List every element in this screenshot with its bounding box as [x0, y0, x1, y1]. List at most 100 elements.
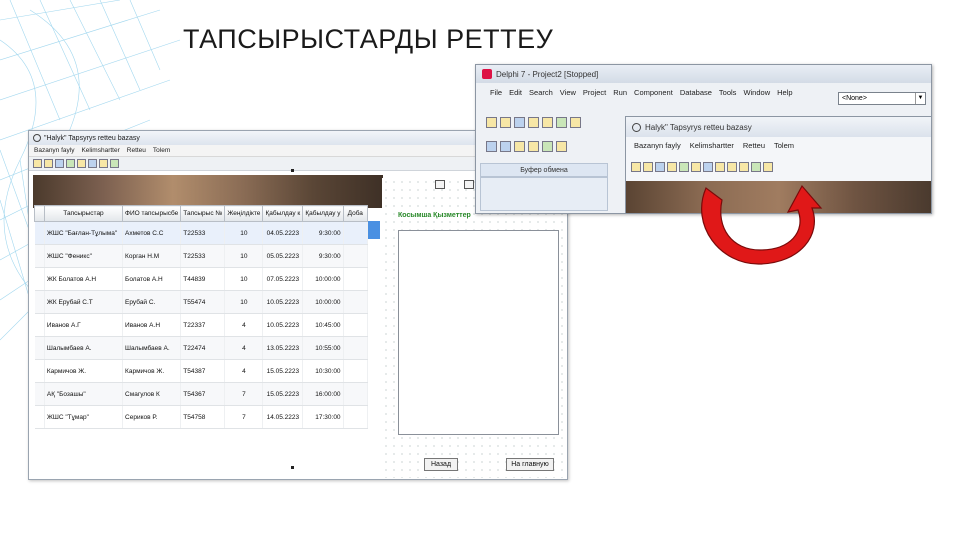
save-icon[interactable]	[514, 117, 525, 128]
search-icon[interactable]	[715, 162, 725, 172]
cell: Ахметов С.С	[122, 221, 182, 245]
component-combo[interactable]: <None> ▼	[838, 92, 926, 105]
table-row[interactable]: ЖШС "Феникс" Корган Н.М Т22533 10 05.05.2223…	[34, 244, 369, 268]
menu-item-tolem[interactable]: Tolem	[774, 141, 794, 150]
column-header[interactable]: Доба	[342, 205, 369, 222]
menu-item-kelimshartter[interactable]: Kelimshartter	[81, 147, 119, 154]
add-to-project-icon[interactable]	[556, 117, 567, 128]
menu-item-database[interactable]: Database	[680, 88, 712, 97]
running-form-toolbar	[631, 162, 773, 172]
sort-icon[interactable]	[88, 159, 97, 168]
cell: 10:00:00	[302, 267, 344, 291]
back-button[interactable]: Назад	[424, 458, 458, 471]
sort-asc-icon[interactable]	[727, 162, 737, 172]
cell: Болатов А.Н	[122, 267, 182, 291]
remove-from-project-icon[interactable]	[570, 117, 581, 128]
edit-record-icon[interactable]	[691, 162, 701, 172]
report-icon[interactable]	[763, 162, 773, 172]
print-icon[interactable]	[110, 159, 119, 168]
save-all-icon[interactable]	[528, 117, 539, 128]
app-icon	[33, 134, 41, 142]
column-header[interactable]: Қабылдау у	[302, 205, 344, 222]
cell: ЖК Ерубай С.Т	[44, 290, 124, 314]
ide-toolbar-row-2	[486, 141, 567, 152]
home-button[interactable]: На главную	[506, 458, 554, 471]
print-icon[interactable]	[751, 162, 761, 172]
sort-desc-icon[interactable]	[739, 162, 749, 172]
menu-item-bazanyn-fayly[interactable]: Bazanyn fayly	[634, 141, 681, 150]
cell: 10:00:00	[302, 290, 344, 314]
sort-icon[interactable]	[667, 162, 677, 172]
menu-item-project[interactable]: Project	[583, 88, 606, 97]
column-header[interactable]: Тапсырыстар	[43, 205, 124, 222]
column-header[interactable]: Қабылдау к	[262, 205, 304, 222]
menu-item-component[interactable]: Component	[634, 88, 673, 97]
pause-icon[interactable]	[556, 141, 567, 152]
save-icon[interactable]	[655, 162, 665, 172]
grid-scrollbar-thumb[interactable]	[368, 221, 380, 239]
component-icon[interactable]	[435, 180, 445, 189]
menu-item-view[interactable]: View	[560, 88, 576, 97]
cell: 10	[224, 221, 264, 245]
running-form-title: Halyk" Tapsyrys retteu bazasy	[645, 122, 752, 132]
menu-item-retteu[interactable]: Retteu	[743, 141, 765, 150]
cell: 10	[224, 290, 264, 314]
chevron-down-icon[interactable]: ▼	[915, 93, 925, 104]
column-header[interactable]: ФИО тапсырысбе	[122, 205, 182, 222]
cell: 10.05.2223	[262, 313, 304, 337]
delphi-icon	[482, 69, 492, 79]
menu-item-bazanyn-fayly[interactable]: Bazanyn fayly	[34, 147, 74, 154]
cell: 04.05.2223	[262, 221, 304, 245]
table-row[interactable]: АҚ "Бозашы" Смагулов К Т54367 7 15.05.2223 16…	[34, 382, 369, 406]
menu-item-help[interactable]: Help	[777, 88, 792, 97]
cell: Т55474	[180, 290, 226, 314]
table-row[interactable]: ЖШС "Тұмар" Сериков Р. Т54758 7 14.05.2223 17…	[34, 405, 369, 429]
menu-item-search[interactable]: Search	[529, 88, 553, 97]
column-header[interactable]: Тапсырыс №	[180, 205, 226, 222]
running-form-titlebar[interactable]: Halyk" Tapsyrys retteu bazasy	[626, 117, 931, 137]
cell: Кармичов Ж.	[44, 359, 124, 383]
table-row[interactable]: ЖК Болатов А.Н Болатов А.Н Т44839 10 07.05.2…	[34, 267, 369, 291]
ide-titlebar[interactable]: Delphi 7 - Project2 [Stopped]	[476, 65, 931, 83]
table-row[interactable]: Кармичов Ж. Кармичов Ж. Т54387 4 15.05.2223 1…	[34, 359, 369, 383]
memo-box[interactable]	[398, 230, 559, 435]
toggle-form-unit-icon[interactable]	[514, 141, 525, 152]
add-record-icon[interactable]	[66, 159, 75, 168]
header-banner-image	[33, 175, 383, 208]
save-icon[interactable]	[55, 159, 64, 168]
add-record-icon[interactable]	[679, 162, 689, 172]
menu-item-edit[interactable]: Edit	[509, 88, 522, 97]
menu-item-tolem[interactable]: Tolem	[153, 147, 170, 154]
filter-icon[interactable]	[99, 159, 108, 168]
view-unit-icon[interactable]	[486, 141, 497, 152]
table-row[interactable]: Шалымбаев А. Шалымбаев А. Т22474 4 13.05.222…	[34, 336, 369, 360]
table-row[interactable]: ЖК Ерубай С.Т Ерубай С. Т55474 10 10.05.2223…	[34, 290, 369, 314]
cell: Шалымбаев А.	[122, 336, 182, 360]
run-icon[interactable]	[542, 141, 553, 152]
clipboard-panel-header[interactable]: Буфер обмена	[480, 163, 608, 177]
filter-icon[interactable]	[703, 162, 713, 172]
open-folder-icon[interactable]	[643, 162, 653, 172]
menu-item-kelimshartter[interactable]: Kelimshartter	[690, 141, 734, 150]
edit-record-icon[interactable]	[77, 159, 86, 168]
new-icon[interactable]	[33, 159, 42, 168]
new-form-icon[interactable]	[528, 141, 539, 152]
table-row[interactable]: Иванов А.Г Иванов А.Н Т22337 4 10.05.2223 10:…	[34, 313, 369, 337]
open-folder-icon[interactable]	[44, 159, 53, 168]
open-icon[interactable]	[500, 117, 511, 128]
menu-item-run[interactable]: Run	[613, 88, 627, 97]
column-header[interactable]: Жеңілдікте	[224, 205, 264, 222]
menu-item-window[interactable]: Window	[743, 88, 770, 97]
cell: Т22337	[180, 313, 226, 337]
open-project-icon[interactable]	[542, 117, 553, 128]
cell: ЖШС "Тұмар"	[44, 405, 124, 429]
menu-item-retteu[interactable]: Retteu	[127, 147, 146, 154]
menu-item-tools[interactable]: Tools	[719, 88, 737, 97]
menu-item-file[interactable]: File	[490, 88, 502, 97]
table-row[interactable]: ЖШС "Бағлан-Тұлыма" Ахметов С.С Т22533 10 04…	[34, 221, 369, 245]
cell: Шалымбаев А.	[44, 336, 124, 360]
new-items-icon[interactable]	[486, 117, 497, 128]
new-icon[interactable]	[631, 162, 641, 172]
component-icon[interactable]	[464, 180, 474, 189]
view-form-icon[interactable]	[500, 141, 511, 152]
